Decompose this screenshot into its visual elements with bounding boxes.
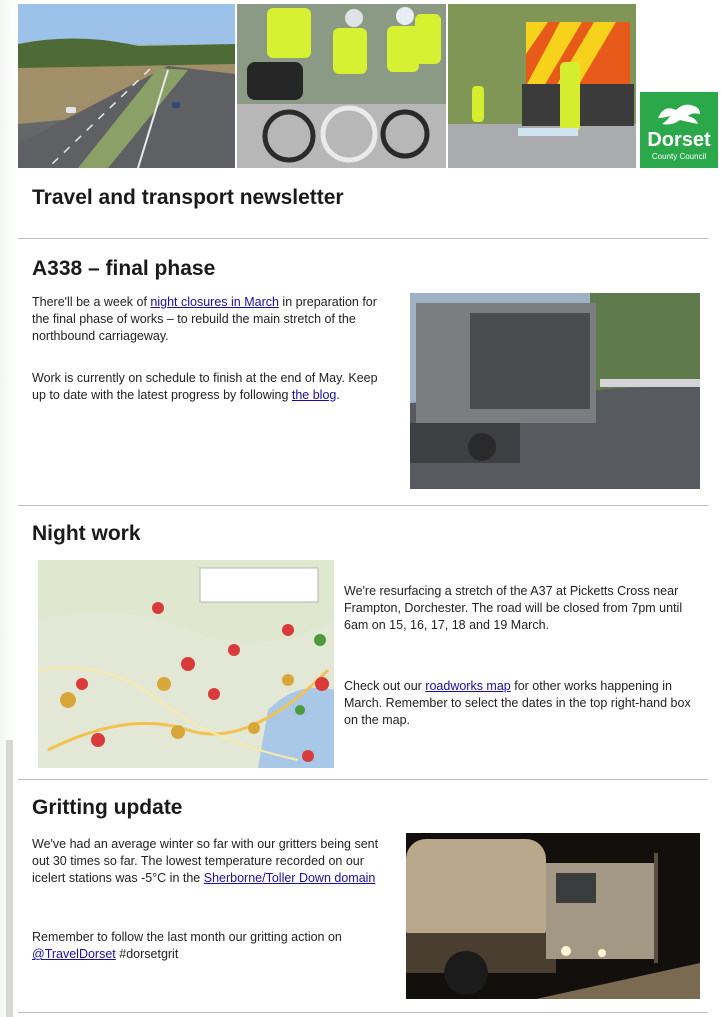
gritting-paragraph-1: We've had an average winter so far with … [32,836,394,887]
logo-name: Dorset [647,129,711,151]
section-heading-gritting: Gritting update [32,796,183,819]
text: Remember to follow the last month our gr… [32,930,342,944]
section-heading-night-work: Night work [32,522,141,545]
dorset-logo[interactable]: Dorset County Council [640,92,718,168]
text: We're resurfacing a stretch of the A37 a… [344,584,683,632]
banner-photo-cyclists [237,4,446,168]
text: There'll be a week of [32,295,151,309]
page-margin [0,0,14,1017]
roadworks-map-link[interactable]: roadworks map [425,679,510,693]
travel-dorset-link[interactable]: @TravelDorset [32,947,116,961]
newsletter-title: Travel and transport newsletter [32,186,344,209]
night-work-paragraph-1: We're resurfacing a stretch of the A37 a… [344,583,708,634]
roadworks-map-image[interactable] [38,560,334,768]
divider [18,505,708,506]
text: #dorsetgrit [115,947,179,961]
banner-photo-road [18,4,235,168]
a338-paragraph-1: There'll be a week of night closures in … [32,294,392,345]
newsletter-sheet: Dorset County Council Travel and transpo… [16,0,720,1017]
dorset-logo-area: Dorset County Council [638,4,718,168]
text: Check out our [344,679,426,693]
gritting-paragraph-2: Remember to follow the last month our gr… [32,929,382,963]
header-banner: Dorset County Council [18,4,718,168]
blog-link[interactable]: the blog [292,388,336,402]
divider [18,238,708,239]
divider [18,1012,708,1013]
a338-roadworks-photo [410,293,700,489]
divider [18,779,708,780]
gritters-night-photo [406,833,700,999]
text: . [336,388,340,402]
sherborne-domain-link[interactable]: Sherborne/Toller Down domain [204,871,376,885]
logo-subtitle: County Council [651,152,707,161]
banner-photo-gritter [448,4,636,168]
night-work-paragraph-2: Check out our roadworks map for other wo… [344,678,706,729]
a338-paragraph-2: Work is currently on schedule to finish … [32,370,394,404]
night-closures-link[interactable]: night closures in March [150,295,279,309]
section-heading-a338: A338 – final phase [32,257,216,280]
wyvern-icon [658,104,700,125]
